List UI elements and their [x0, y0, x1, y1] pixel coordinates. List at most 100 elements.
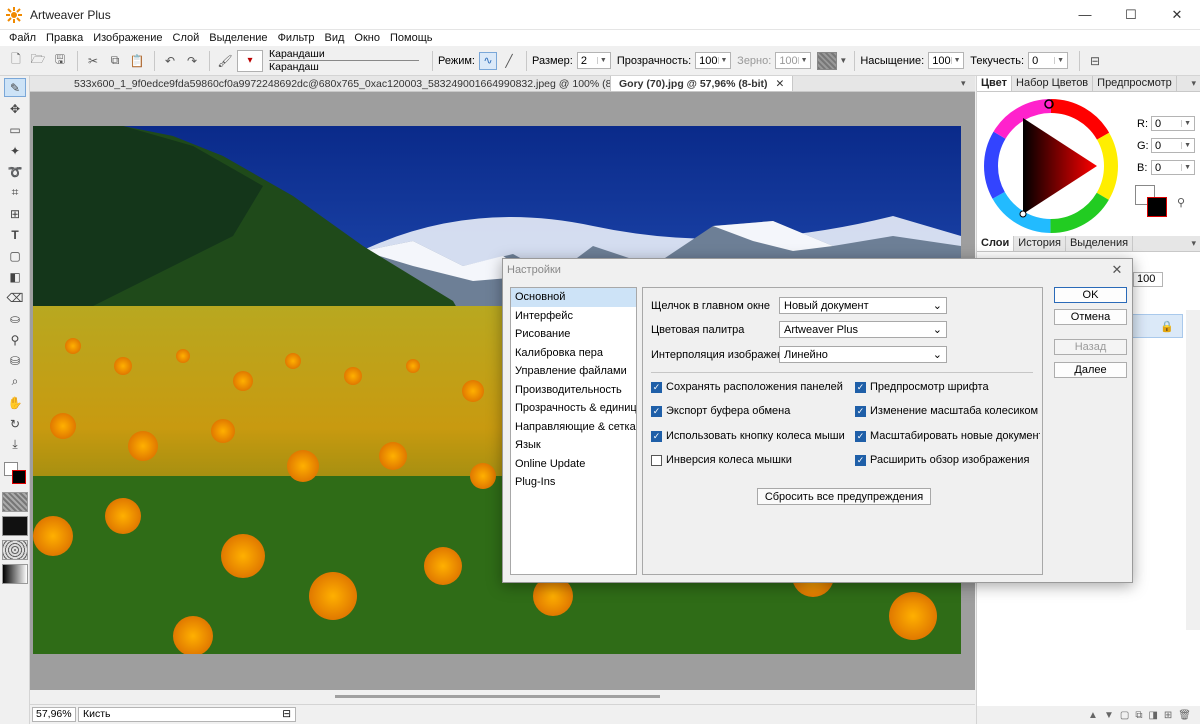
shape-tool-icon[interactable]: ▢ [4, 246, 26, 265]
invert-wheel-checkbox[interactable]: Инверсия колеса мышки [651, 454, 847, 466]
dialog-close-icon[interactable]: ✕ [1102, 262, 1132, 278]
tab-selections[interactable]: Выделения [1066, 236, 1134, 251]
tab-preview[interactable]: Предпросмотр [1093, 76, 1177, 91]
category-transparency-units[interactable]: Прозрачность & единицы [511, 399, 636, 418]
duplicate-layer-icon[interactable]: ⧉ [1135, 710, 1142, 721]
layer-properties-icon[interactable]: ⊞ [1164, 710, 1172, 721]
panel-background-swatch[interactable] [1147, 197, 1167, 217]
eraser-tool-icon[interactable]: ⌫ [4, 288, 26, 307]
menu-image[interactable]: Изображение [88, 31, 167, 45]
color-swatches[interactable] [2, 460, 28, 486]
checkbox-checked-icon[interactable]: ✓ [651, 381, 662, 393]
status-menu-icon[interactable]: ⊟ [282, 708, 291, 721]
mode-freehand-icon[interactable]: ∿ [478, 51, 497, 70]
ok-button[interactable]: OK [1054, 287, 1127, 303]
checkbox-checked-icon[interactable]: ✓ [651, 430, 662, 442]
move-layer-down-icon[interactable]: ▼ [1104, 710, 1114, 721]
category-file-handling[interactable]: Управление файлами [511, 362, 636, 381]
texture-swatch[interactable] [817, 51, 838, 70]
brush-preset-picker[interactable]: ▾ [237, 49, 263, 72]
panel-color-swatches[interactable] [1135, 185, 1171, 221]
move-tool-icon[interactable]: ✥ [4, 99, 26, 118]
red-spin-icon[interactable]: ▼ [1181, 120, 1191, 127]
red-input[interactable]: 0 ▼ [1151, 116, 1195, 131]
menu-edit[interactable]: Правка [41, 31, 88, 45]
color-palette-select[interactable]: Artweaver Plus ⌄ [779, 321, 947, 338]
blue-input[interactable]: 0 ▼ [1151, 160, 1195, 175]
save-panel-layout-checkbox[interactable]: ✓ Сохранять расположения панелей [651, 381, 847, 393]
eyedropper-tool-icon[interactable]: ⚲ [4, 330, 26, 349]
hand-tool-icon[interactable]: ✋ [4, 393, 26, 412]
mode-straight-icon[interactable]: ╱ [499, 51, 519, 71]
opacity-input[interactable]: 100 ▼ [695, 52, 732, 69]
paste-icon[interactable]: 📋 [127, 51, 147, 71]
crop-tool-icon[interactable]: ⌗ [4, 183, 26, 202]
undo-icon[interactable]: ↶ [160, 51, 180, 71]
tab-layers[interactable]: Слои [977, 236, 1015, 251]
pencil-tool-icon[interactable]: ✎ [4, 78, 26, 97]
text-tool-icon[interactable]: T [4, 225, 26, 244]
export-clipboard-checkbox[interactable]: ✓ Экспорт буфера обмена [651, 405, 847, 417]
close-tab-icon[interactable]: ✕ [776, 78, 785, 90]
checkbox-checked-icon[interactable]: ✓ [855, 454, 866, 466]
eyedropper-icon[interactable]: ⚲ [1177, 196, 1185, 209]
perspective-tool-icon[interactable]: ⊞ [4, 204, 26, 223]
magic-wand-tool-icon[interactable]: ✦ [4, 141, 26, 160]
menu-window[interactable]: Окно [349, 31, 385, 45]
grain-spin-icon[interactable]: ▼ [797, 57, 808, 64]
font-preview-checkbox[interactable]: ✓ Предпросмотр шрифта [855, 381, 1040, 393]
open-file-icon[interactable]: 🗁 [28, 51, 48, 71]
zoom-readout[interactable]: 57,96% [32, 707, 76, 722]
fill-bucket-tool-icon[interactable]: ⛁ [4, 351, 26, 370]
move-layer-up-icon[interactable]: ▲ [1088, 710, 1098, 721]
canvas-hscroll-thumb[interactable] [335, 695, 660, 698]
scale-new-documents-checkbox[interactable]: ✓ Масштабировать новые документы [855, 430, 1040, 442]
category-painting[interactable]: Рисование [511, 325, 636, 344]
texture-dropdown-icon[interactable]: ▼ [839, 51, 847, 71]
maximize-button[interactable]: ☐ [1108, 0, 1154, 30]
smudge-tool-icon[interactable]: ⤓ [4, 435, 26, 454]
redo-icon[interactable]: ↷ [182, 51, 202, 71]
close-window-button[interactable]: ✕ [1154, 0, 1200, 30]
fill-picker[interactable] [2, 516, 28, 536]
checkbox-checked-icon[interactable]: ✓ [651, 405, 662, 417]
checkbox-checked-icon[interactable]: ✓ [855, 405, 866, 417]
next-button[interactable]: Далее [1054, 362, 1127, 378]
menu-file[interactable]: Файл [4, 31, 41, 45]
zoom-tool-icon[interactable]: ⌕ [4, 372, 26, 391]
color-wheel[interactable] [981, 96, 1121, 236]
delete-layer-icon[interactable]: 🗑 [1178, 710, 1191, 721]
checkbox-unchecked-icon[interactable] [651, 454, 662, 466]
size-input[interactable]: 2 ▼ [576, 52, 611, 69]
saturation-input[interactable]: 100 ▼ [928, 52, 965, 69]
category-performance[interactable]: Производительность [511, 381, 636, 400]
blue-spin-icon[interactable]: ▼ [1181, 164, 1191, 171]
rect-select-tool-icon[interactable]: ▭ [4, 120, 26, 139]
rotate-tool-icon[interactable]: ↻ [4, 414, 26, 433]
menu-filter[interactable]: Фильтр [273, 31, 320, 45]
back-button[interactable]: Назад [1054, 339, 1127, 355]
wheel-zoom-checkbox[interactable]: ✓ Изменение масштаба колесиком [855, 405, 1040, 417]
category-pen-calibration[interactable]: Калибровка пера [511, 344, 636, 363]
canvas-hscrollbar[interactable] [30, 690, 975, 704]
layer-mask-icon[interactable]: ◨ [1148, 710, 1157, 721]
tabs-menu-icon[interactable]: ▾ [961, 76, 975, 91]
interpolation-select[interactable]: Линейно ⌄ [779, 346, 947, 363]
gradient-picker[interactable] [2, 564, 28, 584]
opacity-spin-icon[interactable]: ▼ [717, 57, 727, 64]
tab-history[interactable]: История [1014, 236, 1066, 251]
category-online-update[interactable]: Online Update [511, 455, 636, 474]
tab-document-2[interactable]: Gory (70).jpg @ 57,96% (8-bit) ✕ [610, 76, 794, 91]
category-guides-grid[interactable]: Направляющие & сетка [511, 418, 636, 437]
size-spin-icon[interactable]: ▼ [596, 57, 607, 64]
menu-select[interactable]: Выделение [204, 31, 272, 45]
lock-icon[interactable]: 🔒 [1160, 320, 1174, 333]
green-spin-icon[interactable]: ▼ [1181, 142, 1191, 149]
use-wheel-button-checkbox[interactable]: ✓ Использовать кнопку колеса мыши [651, 430, 847, 442]
checkbox-checked-icon[interactable]: ✓ [855, 381, 866, 393]
flow-input[interactable]: 0 ▼ [1028, 52, 1069, 69]
tab-color[interactable]: Цвет [977, 76, 1013, 91]
green-input[interactable]: 0 ▼ [1151, 138, 1195, 153]
layers-menu-icon[interactable]: ▾ [1187, 236, 1200, 251]
saturation-spin-icon[interactable]: ▼ [950, 57, 961, 64]
